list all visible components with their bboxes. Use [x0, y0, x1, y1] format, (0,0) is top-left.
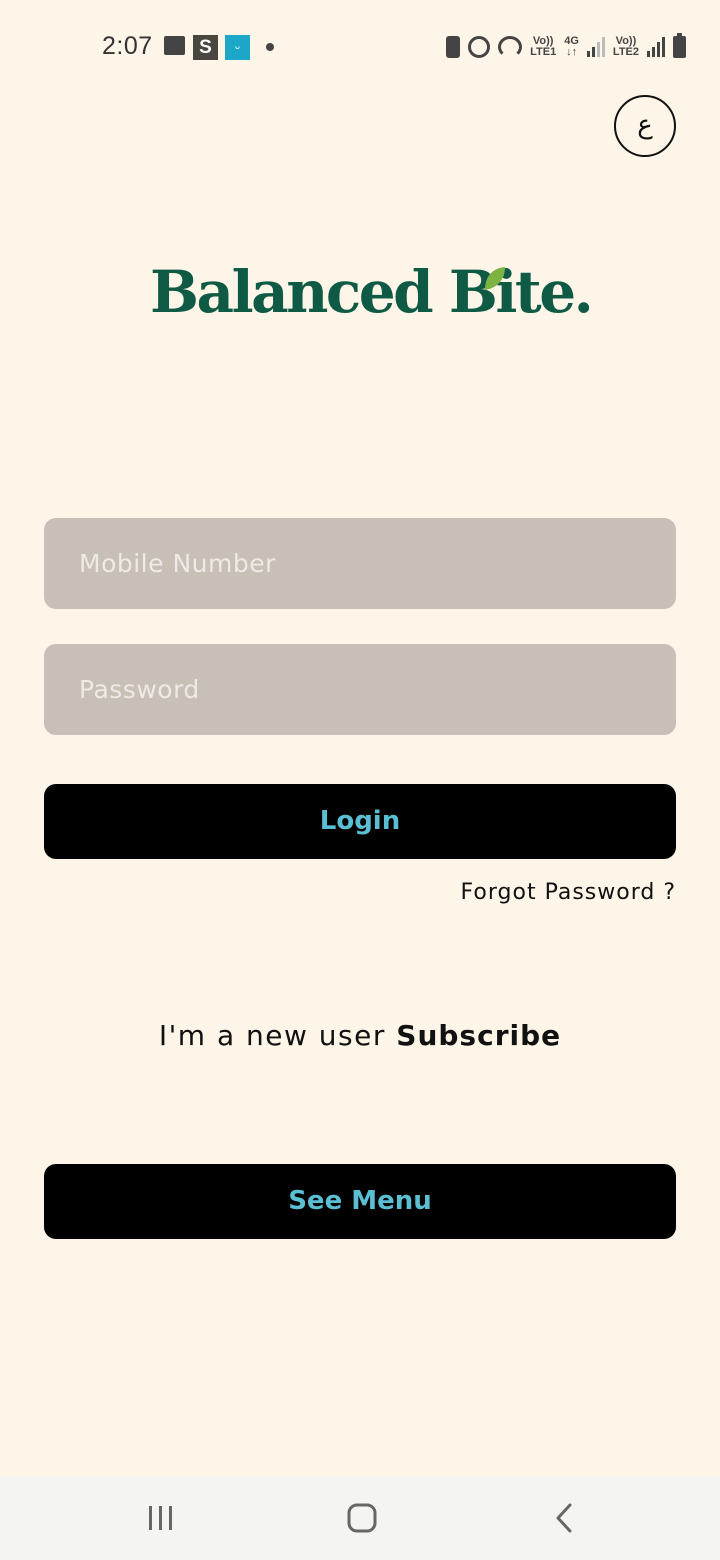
- system-nav-bar: [0, 1476, 720, 1560]
- volte-lte1-indicator: Vo)) LTE1: [530, 36, 556, 58]
- recent-apps-button[interactable]: [116, 1476, 206, 1560]
- 4g-indicator: 4G ↓↑: [564, 36, 579, 58]
- home-icon: [347, 1503, 377, 1533]
- s-app-notification-icon: S: [193, 35, 218, 60]
- back-icon: [556, 1503, 572, 1533]
- login-screen: 2:07 S ᵕ Vo)) LTE1 4G ↓↑ Vo)) LTE2 ع Bal…: [0, 0, 720, 1560]
- alarm-icon: [468, 36, 491, 58]
- signal-2-icon: [647, 37, 665, 57]
- language-toggle-button[interactable]: ع: [614, 95, 676, 157]
- volte-lte2-indicator: Vo)) LTE2: [613, 36, 639, 58]
- brand-logo: Balanced Bite.: [150, 258, 594, 338]
- password-input[interactable]: [44, 644, 676, 735]
- more-notifications-dot-icon: [266, 43, 274, 51]
- lte2-label: LTE2: [612, 46, 639, 58]
- mobile-number-input[interactable]: [44, 518, 676, 609]
- recent-apps-icon: [149, 1506, 172, 1530]
- new-user-prompt: I'm a new user Subscribe: [0, 1019, 720, 1052]
- new-user-text: I'm a new user: [158, 1019, 397, 1052]
- status-bar: 2:07 S ᵕ Vo)) LTE1 4G ↓↑ Vo)) LTE2: [0, 0, 720, 92]
- data-arrows-icon: ↓↑: [566, 46, 578, 58]
- login-button[interactable]: Login: [44, 784, 676, 859]
- leaf-icon: [485, 267, 505, 290]
- hotspot-icon: [498, 36, 523, 58]
- see-menu-button[interactable]: See Menu: [44, 1164, 676, 1239]
- logo-text: Balanced Bite.: [150, 258, 594, 326]
- u-app-notification-icon: ᵕ: [225, 35, 250, 60]
- battery-saver-icon: [446, 36, 461, 58]
- gallery-notification-icon: [164, 36, 185, 55]
- status-icons-right: Vo)) LTE1 4G ↓↑ Vo)) LTE2: [446, 33, 686, 61]
- forgot-password-link[interactable]: Forgot Password ?: [461, 880, 676, 905]
- subscribe-link[interactable]: Subscribe: [396, 1019, 561, 1052]
- battery-icon: [673, 33, 686, 58]
- status-time: 2:07: [102, 32, 153, 60]
- signal-1-icon: [586, 37, 605, 57]
- lte1-label: LTE1: [530, 46, 557, 58]
- back-button[interactable]: [519, 1476, 609, 1560]
- home-button[interactable]: [317, 1476, 407, 1560]
